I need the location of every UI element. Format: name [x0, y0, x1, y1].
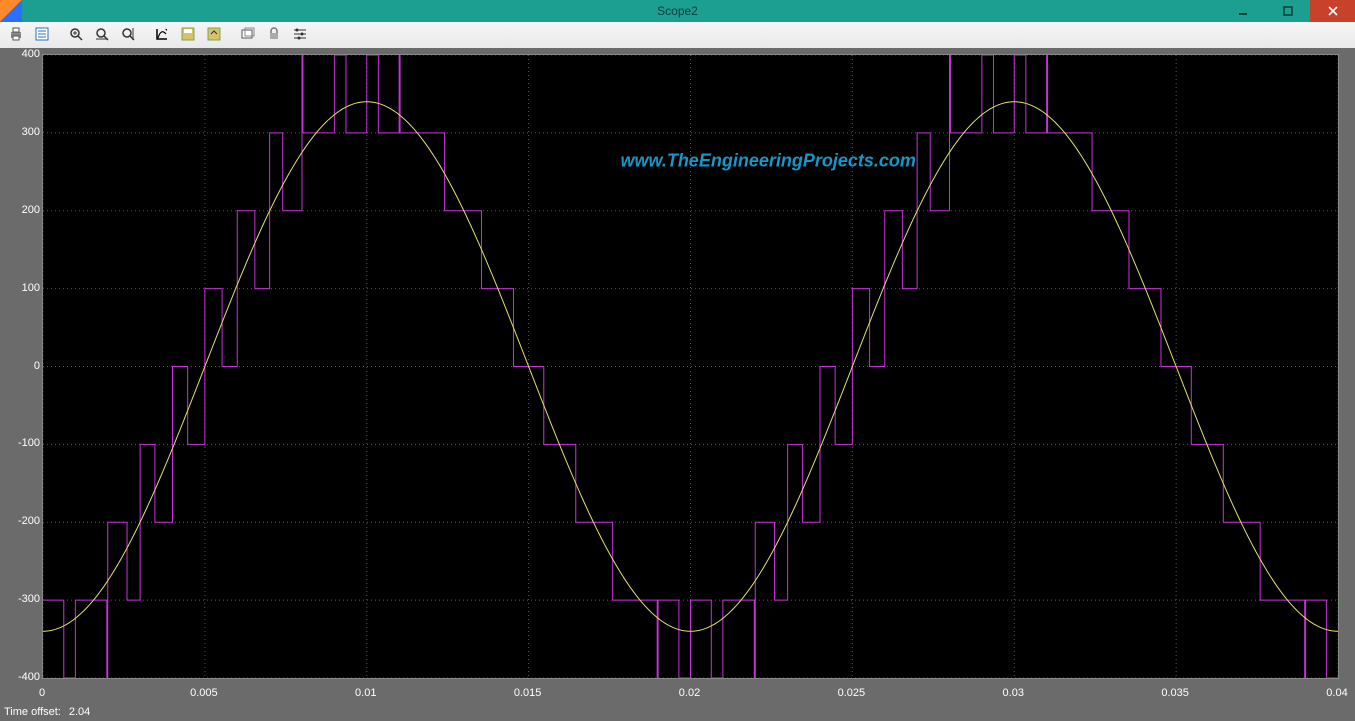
x-tick-label: 0.025	[838, 687, 866, 699]
y-tick-label: 100	[0, 282, 44, 294]
zoom-out-button[interactable]	[90, 23, 114, 47]
lock-button[interactable]	[262, 23, 286, 47]
y-tick-label: -300	[0, 593, 44, 605]
x-tick-label: 0.02	[679, 687, 700, 699]
time-offset-value: 2.04	[69, 706, 90, 718]
save-config-icon	[180, 26, 196, 45]
close-icon	[1328, 6, 1338, 16]
x-tick-label: 0.035	[1161, 687, 1189, 699]
scope-canvas	[43, 55, 1338, 678]
zoom-in-button[interactable]	[64, 23, 88, 47]
y-tick-label: 200	[0, 204, 44, 216]
y-tick-label: -100	[0, 437, 44, 449]
parameters-icon	[34, 26, 50, 45]
x-tick-label: 0.01	[355, 687, 376, 699]
signal-select-button[interactable]	[288, 23, 312, 47]
float-icon	[240, 26, 256, 45]
x-tick-label: 0.04	[1326, 687, 1347, 699]
zoom-xy-icon	[120, 26, 136, 45]
time-offset-label: Time offset:	[4, 706, 61, 718]
window-buttons	[1220, 0, 1355, 22]
zoom-xy-button[interactable]	[116, 23, 140, 47]
signal-select-icon	[292, 26, 308, 45]
print-icon	[8, 26, 24, 45]
x-tick-label: 0.03	[1003, 687, 1024, 699]
print-button[interactable]	[4, 23, 28, 47]
status-bar: Time offset: 2.04	[0, 703, 1355, 721]
float-button[interactable]	[236, 23, 260, 47]
y-tick-label: 400	[0, 48, 44, 60]
zoom-in-icon	[68, 26, 84, 45]
titlebar: Scope2	[0, 0, 1355, 22]
window-title: Scope2	[657, 4, 698, 18]
matlab-membrane-icon	[0, 0, 22, 22]
parameters-button[interactable]	[30, 23, 54, 47]
zoom-out-icon	[94, 26, 110, 45]
autoscale-button[interactable]	[150, 23, 174, 47]
restore-config-icon	[206, 26, 222, 45]
x-tick-label: 0.005	[190, 687, 218, 699]
maximize-icon	[1283, 6, 1293, 16]
x-tick-label: 0.015	[514, 687, 542, 699]
minimize-button[interactable]	[1220, 0, 1265, 22]
save-config-button[interactable]	[176, 23, 200, 47]
scope-axes[interactable]: www.TheEngineeringProjects.com	[42, 54, 1339, 679]
scope-plot-area: www.TheEngineeringProjects.com -400 -300 -…	[0, 48, 1355, 703]
y-tick-label: 0	[0, 360, 44, 372]
minimize-icon	[1238, 6, 1248, 16]
y-tick-label: -200	[0, 515, 44, 527]
close-button[interactable]	[1310, 0, 1355, 22]
maximize-button[interactable]	[1265, 0, 1310, 22]
autoscale-icon	[154, 26, 170, 45]
restore-config-button[interactable]	[202, 23, 226, 47]
y-tick-label: 300	[0, 126, 44, 138]
toolbar	[0, 22, 1355, 49]
lock-icon	[266, 26, 282, 45]
x-tick-label: 0	[39, 687, 45, 699]
y-tick-label: -400	[0, 671, 44, 683]
